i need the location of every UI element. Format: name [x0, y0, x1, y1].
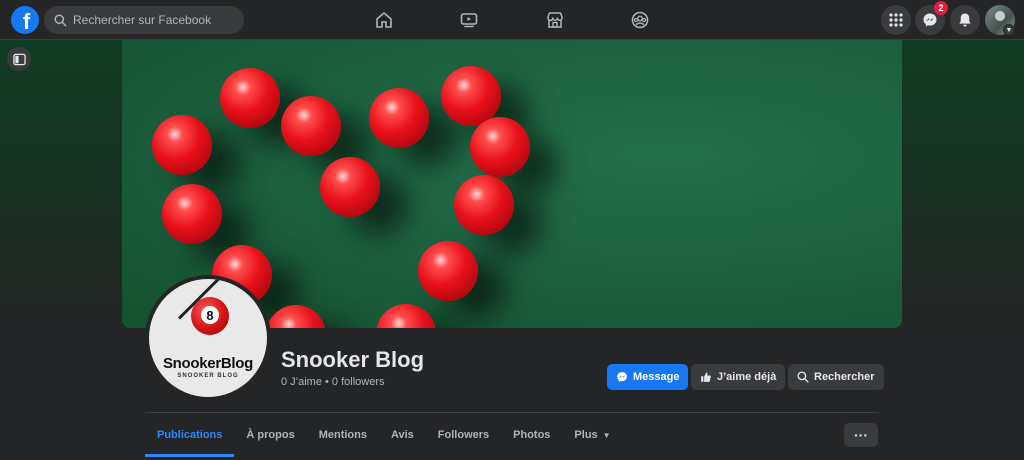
snooker-ball	[470, 117, 530, 177]
more-options-button[interactable]: ···	[844, 423, 878, 447]
liked-button-label: J’aime déjà	[717, 371, 777, 383]
snooker-ball	[281, 96, 341, 156]
sidebar-toggle-icon[interactable]	[7, 47, 31, 71]
liked-button[interactable]: J’aime déjà	[691, 364, 786, 390]
logo-number: 8	[201, 306, 219, 324]
snooker-blog-logo: 8 SnookerBlog SNOOKER BLOG	[149, 279, 267, 397]
tab-mentions[interactable]: Mentions	[307, 413, 379, 457]
notifications-icon	[959, 13, 971, 27]
message-button-label: Message	[633, 371, 680, 383]
profile-picture[interactable]: 8 SnookerBlog SNOOKER BLOG	[145, 275, 271, 401]
tab-more[interactable]: Plus ▼	[562, 413, 622, 457]
search-icon	[797, 371, 809, 383]
tab-followers[interactable]: Followers	[426, 413, 501, 457]
tab-publications[interactable]: Publications	[145, 413, 235, 457]
snooker-ball	[369, 88, 429, 148]
tab-more-label: Plus	[574, 429, 598, 441]
notifications-button[interactable]	[950, 5, 980, 35]
snooker-ball	[152, 115, 212, 175]
facebook-logo-icon[interactable]: f	[11, 6, 39, 34]
messenger-button[interactable]: 2	[915, 1, 948, 35]
page-search-button[interactable]: Rechercher	[788, 364, 884, 390]
snooker-ball	[266, 305, 326, 328]
page-tabs: Publications À propos Mentions Avis Foll…	[145, 413, 623, 457]
snooker-ball	[162, 184, 222, 244]
snooker-ball	[376, 304, 436, 328]
facebook-logo-letter: f	[22, 9, 31, 34]
search-input[interactable]	[73, 13, 233, 27]
page-search-button-label: Rechercher	[814, 371, 875, 383]
tab-about[interactable]: À propos	[234, 413, 306, 457]
chevron-down-icon[interactable]: ▼	[1003, 24, 1015, 36]
logo-subtitle: SNOOKER BLOG	[177, 373, 239, 379]
messenger-icon	[617, 372, 627, 382]
caret-down-icon: ▼	[602, 430, 611, 440]
home-icon[interactable]	[372, 8, 396, 32]
snooker-ball	[320, 157, 380, 217]
menu-grid-button[interactable]	[881, 5, 911, 35]
eight-ball-icon: 8	[191, 297, 229, 335]
page-title[interactable]: Snooker Blog	[281, 347, 424, 373]
page-stats: 0 J’aime • 0 followers	[281, 376, 385, 388]
menu-grid-icon	[889, 13, 903, 27]
messenger-icon	[923, 13, 937, 27]
message-button[interactable]: Message	[607, 364, 689, 390]
search-icon	[54, 13, 67, 27]
search-box[interactable]	[44, 6, 244, 34]
groups-icon[interactable]	[628, 8, 652, 32]
thumbs-up-icon	[701, 372, 711, 382]
snooker-ball	[418, 241, 478, 301]
marketplace-icon[interactable]	[543, 8, 567, 32]
watch-icon[interactable]	[457, 8, 481, 32]
tab-photos[interactable]: Photos	[501, 413, 562, 457]
logo-title: SnookerBlog	[162, 355, 254, 372]
tab-reviews[interactable]: Avis	[379, 413, 426, 457]
messenger-badge: 2	[934, 1, 948, 15]
snooker-ball	[220, 68, 280, 128]
top-navigation-bar: f 2 ▼	[0, 0, 1024, 40]
snooker-ball	[454, 175, 514, 235]
